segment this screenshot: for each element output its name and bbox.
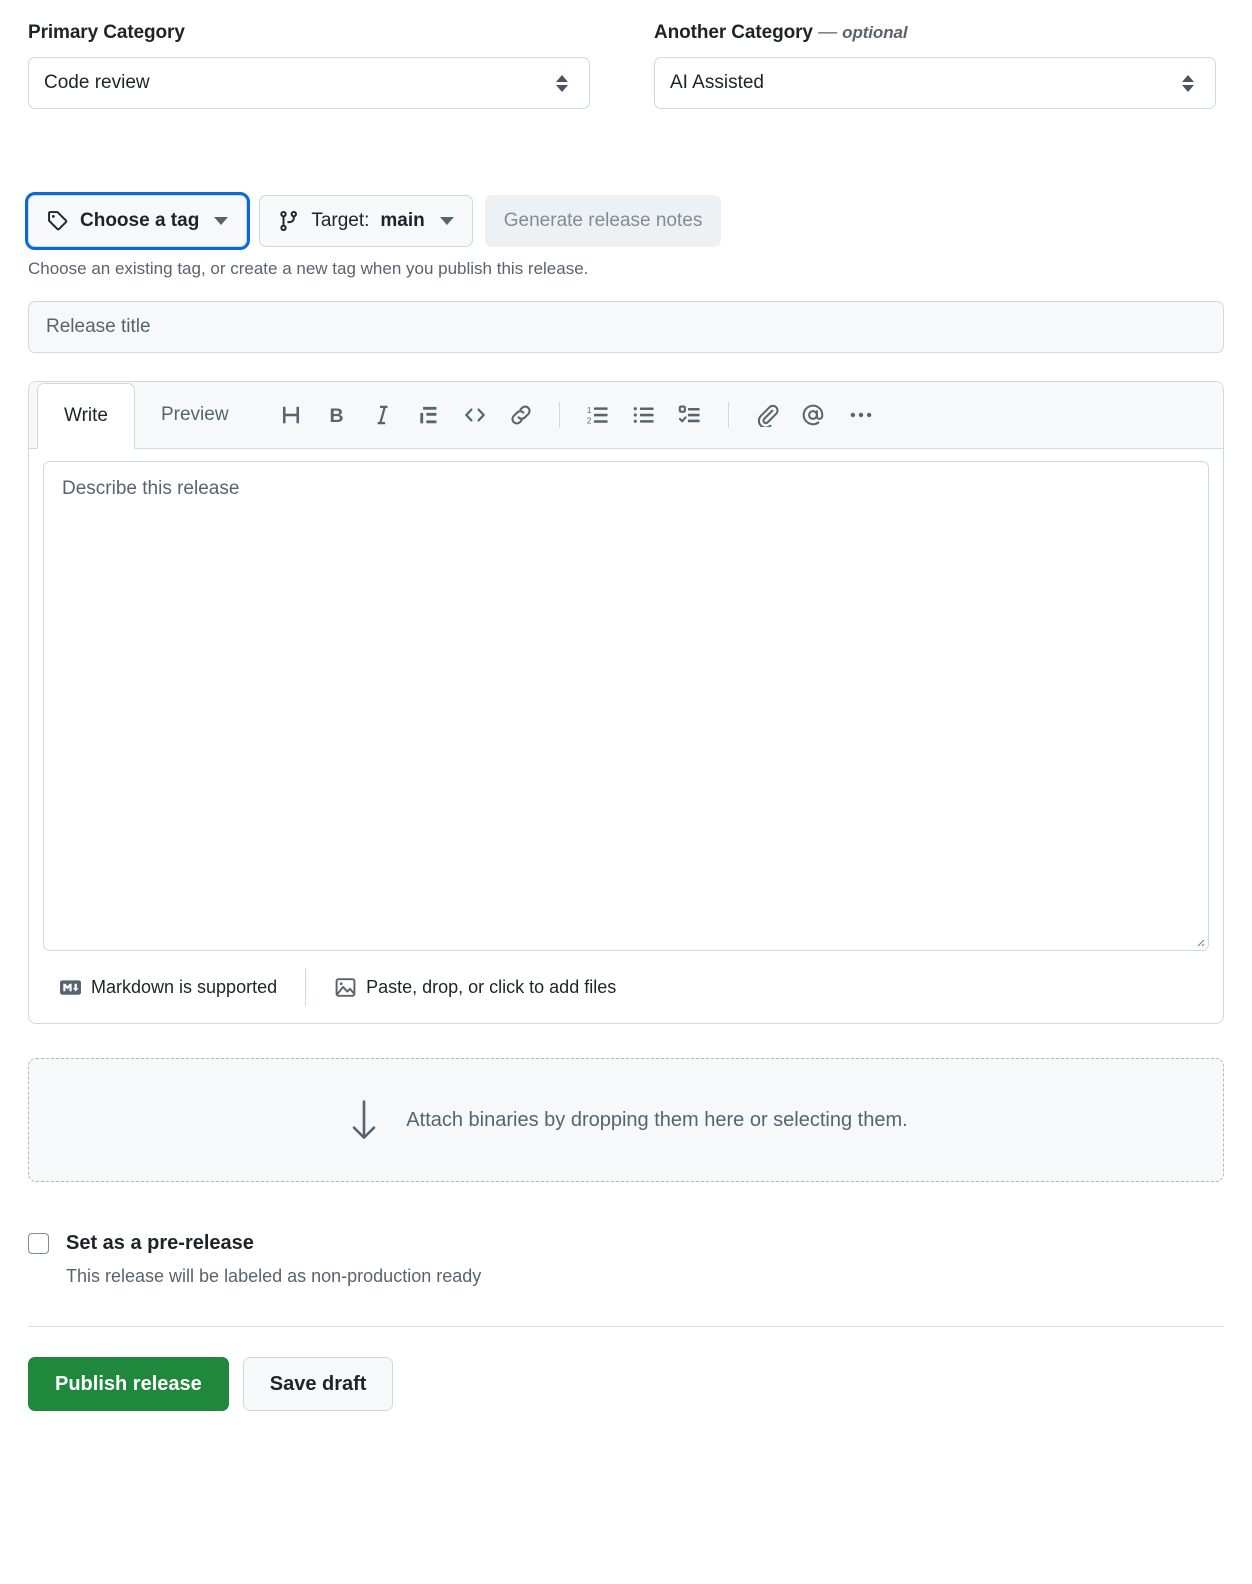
target-branch-button[interactable]: Target: main [259, 195, 473, 247]
ordered-list-icon[interactable]: 1 2 [576, 393, 620, 437]
save-draft-button[interactable]: Save draft [242, 1357, 394, 1411]
generate-release-notes-button[interactable]: Generate release notes [484, 195, 722, 247]
editor-toolbar: Write Preview B 1 2 [29, 382, 1223, 449]
tag-help-text: Choose an existing tag, or create a new … [28, 259, 589, 278]
release-title-input[interactable]: Release title [28, 301, 1224, 353]
another-category-label: Another Category — optional [654, 22, 1216, 44]
link-icon[interactable] [499, 393, 543, 437]
choose-tag-button[interactable]: Choose a tag [24, 192, 251, 250]
tab-preview-label: Preview [160, 404, 229, 425]
another-category-dash: — [818, 22, 837, 43]
add-files-label: Paste, drop, or click to add files [366, 976, 617, 997]
markdown-supported-item[interactable]: Markdown is supported [41, 976, 295, 999]
another-category-value: AI Assisted [670, 72, 764, 93]
primary-category-label: Primary Category [28, 22, 590, 44]
binaries-dropzone[interactable]: Attach binaries by dropping them here or… [28, 1058, 1224, 1182]
prerelease-row: Set as a pre-release [28, 1232, 1224, 1255]
form-actions: Publish release Save draft [28, 1357, 1224, 1411]
prerelease-checkbox[interactable] [28, 1233, 49, 1254]
svg-text:2: 2 [586, 417, 591, 426]
publish-release-button[interactable]: Publish release [28, 1357, 229, 1411]
another-category-label-text: Another Category [654, 22, 813, 43]
select-arrows-icon [556, 74, 568, 92]
footer-divider [305, 968, 307, 1006]
target-prefix: Target: [311, 210, 370, 231]
binaries-dropzone-label: Attach binaries by dropping them here or… [406, 1108, 908, 1131]
mention-icon[interactable] [791, 393, 835, 437]
target-value: main [380, 210, 425, 231]
svg-text:1: 1 [586, 406, 591, 415]
release-description-placeholder: Describe this release [62, 478, 240, 499]
generate-release-notes-label: Generate release notes [503, 210, 703, 231]
release-title-placeholder: Release title [46, 316, 151, 337]
attachment-icon[interactable] [745, 393, 789, 437]
choose-tag-label: Choose a tag [80, 210, 200, 231]
primary-category-select[interactable]: Code review [28, 57, 590, 109]
tab-write[interactable]: Write [37, 383, 135, 449]
chevron-down-icon [439, 217, 454, 225]
bold-icon[interactable]: B [315, 393, 359, 437]
tag-toolbar: Choose a tag Target: main Generate relea… [24, 192, 1224, 250]
task-list-icon[interactable] [668, 393, 712, 437]
primary-category-value: Code review [44, 72, 150, 93]
primary-category-group: Primary Category Code review [28, 22, 590, 109]
prerelease-label[interactable]: Set as a pre-release [66, 1232, 254, 1255]
category-row: Primary Category Code review Another Cat… [28, 0, 1224, 109]
another-category-select[interactable]: AI Assisted [654, 57, 1216, 109]
tab-preview[interactable]: Preview [135, 382, 255, 448]
select-arrows-icon [1182, 74, 1194, 92]
editor-footer: Markdown is supported Paste, drop, or cl… [29, 951, 1223, 1023]
markdown-editor: Write Preview B 1 2 Describe this releas… [28, 381, 1224, 1024]
toolbar-divider [727, 402, 729, 428]
quote-icon[interactable] [407, 393, 451, 437]
another-category-group: Another Category — optional AI Assisted [654, 22, 1216, 109]
arrow-down-icon [344, 1097, 384, 1143]
markdown-icon [59, 976, 82, 999]
release-description-textarea[interactable]: Describe this release [43, 461, 1209, 951]
git-branch-icon [278, 210, 300, 232]
form-divider [28, 1326, 1224, 1327]
editor-tool-buttons: B 1 2 [269, 382, 883, 448]
another-category-optional: optional [842, 23, 908, 42]
italic-icon[interactable] [361, 393, 405, 437]
image-icon [334, 976, 357, 999]
markdown-supported-label: Markdown is supported [91, 976, 278, 997]
unordered-list-icon[interactable] [622, 393, 666, 437]
primary-category-label-text: Primary Category [28, 22, 185, 43]
release-form-page: Primary Category Code review Another Cat… [0, 0, 1252, 1584]
chevron-down-icon [214, 217, 229, 225]
prerelease-section: Set as a pre-release This release will b… [28, 1232, 1224, 1287]
editor-body-wrap: Describe this release [29, 449, 1223, 951]
code-icon[interactable] [453, 393, 497, 437]
prerelease-description: This release will be labeled as non-prod… [66, 1266, 482, 1286]
resize-handle[interactable] [1189, 931, 1205, 947]
heading-icon[interactable] [269, 393, 313, 437]
kebab-horizontal-icon[interactable] [839, 393, 883, 437]
svg-text:B: B [329, 405, 343, 427]
tag-icon [47, 210, 69, 232]
add-files-item[interactable]: Paste, drop, or click to add files [316, 976, 634, 999]
tab-write-label: Write [64, 405, 108, 426]
toolbar-divider [558, 402, 560, 428]
